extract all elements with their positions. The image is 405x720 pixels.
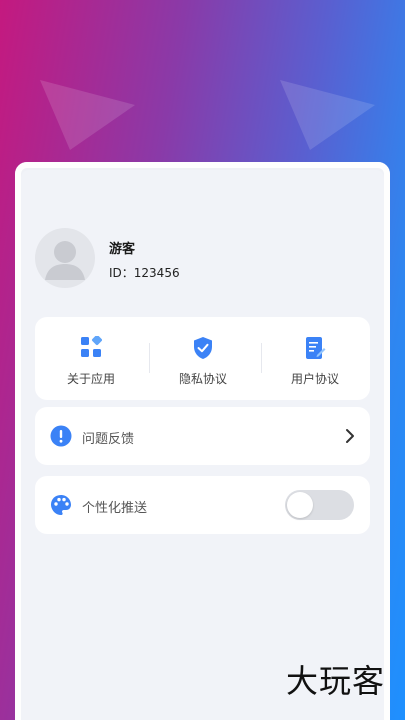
privacy-policy-button[interactable]: 隐私协议 — [147, 317, 259, 400]
exclamation-icon — [50, 425, 72, 447]
personalized-push-row: 个性化推送 — [35, 476, 370, 534]
background-arrow-shape-right — [280, 80, 375, 150]
palette-icon — [51, 495, 71, 515]
document-edit-icon — [306, 337, 326, 359]
apps-icon — [81, 336, 102, 357]
privacy-policy-label: 隐私协议 — [178, 372, 227, 386]
user-id: ID：123456 — [109, 266, 180, 280]
avatar[interactable] — [35, 228, 95, 288]
feedback-row[interactable]: 问题反馈 — [35, 407, 370, 465]
user-agreement-button[interactable]: 用户协议 — [259, 317, 371, 400]
about-app-label: 关于应用 — [66, 372, 115, 386]
watermark: 大玩客 — [285, 662, 385, 700]
shield-check-icon — [194, 337, 212, 359]
shortcuts-panel: 关于应用 隐私协议 用户协议 — [35, 317, 370, 400]
feedback-label: 问题反馈 — [82, 432, 135, 447]
user-silhouette-icon — [45, 241, 85, 280]
toggle-knob — [287, 492, 313, 518]
personalized-push-toggle[interactable] — [285, 490, 354, 520]
personalized-push-label: 个性化推送 — [82, 501, 148, 516]
user-name: 游客 — [109, 242, 136, 257]
user-agreement-label: 用户协议 — [290, 372, 339, 386]
about-app-button[interactable]: 关于应用 — [35, 317, 147, 400]
background-arrow-shape-left — [40, 80, 135, 150]
chevron-right-icon — [346, 429, 354, 443]
